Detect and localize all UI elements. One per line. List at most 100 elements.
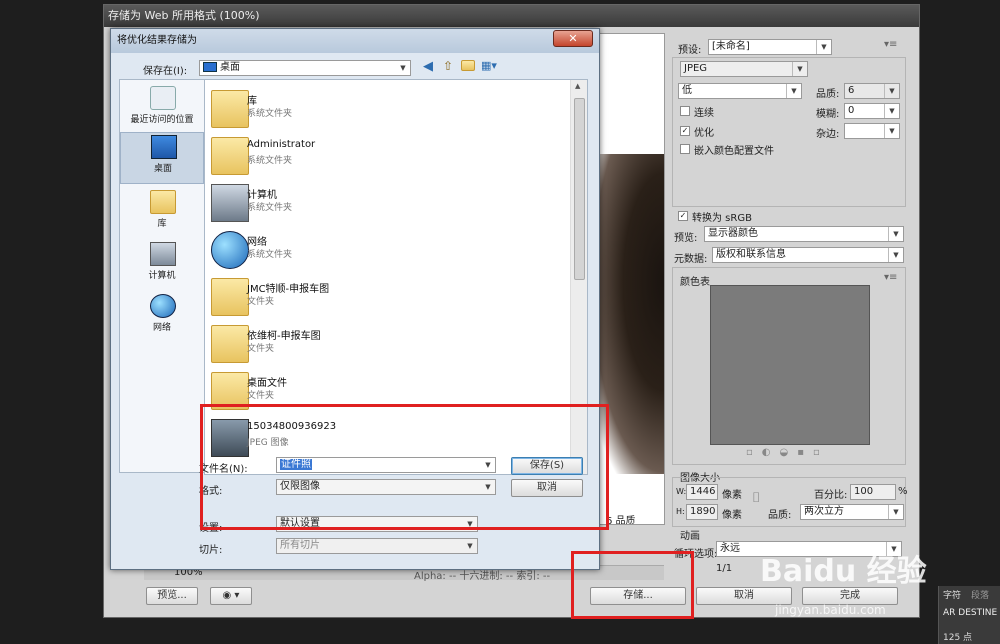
item-name: 网络 (247, 237, 267, 248)
slices-label: 切片: (199, 545, 223, 556)
back-icon[interactable]: ◀ (423, 59, 433, 74)
item-desc: 文件夹 (247, 297, 275, 307)
metadata-select[interactable]: 版权和联系信息 ▼ (712, 247, 904, 263)
place-label: 计算机 (148, 271, 176, 281)
view-menu-icon[interactable]: ▦▾ (481, 59, 497, 72)
window-title: 存储为 Web 所用格式 (100%) (104, 5, 919, 27)
highlight-box-save (571, 551, 694, 619)
browser-select-button[interactable]: ◉ ▾ (210, 587, 252, 605)
item-desc: 文件夹 (247, 391, 275, 401)
up-folder-icon[interactable]: ⇧ (443, 59, 453, 73)
save-in-select[interactable]: 桌面 ▼ (199, 60, 411, 76)
network-globe-icon (150, 294, 176, 318)
color-table-swatch (710, 285, 870, 445)
folder-icon (211, 325, 249, 363)
matte-select[interactable]: ▼ (844, 123, 900, 139)
blur-label: 模糊: (816, 109, 840, 120)
computer-icon (211, 184, 249, 222)
library-folder-icon (211, 90, 249, 128)
percent-sign: % (898, 486, 908, 497)
list-item[interactable]: 网络 系统文件夹 (205, 225, 570, 272)
quality-input[interactable]: 6 ▼ (844, 83, 900, 99)
scroll-up-icon[interactable]: ▲ (575, 82, 580, 90)
width-unit: 像素 (722, 490, 742, 501)
new-folder-icon[interactable] (461, 60, 475, 71)
list-item[interactable]: 库 系统文件夹 (205, 84, 570, 131)
place-desktop[interactable]: 桌面 (120, 132, 204, 184)
convert-srgb-checkbox[interactable]: ✓ (678, 211, 688, 221)
height-label: H: (676, 507, 685, 516)
chevron-down-icon: ▼ (888, 227, 903, 241)
percent-input[interactable]: 100 (850, 484, 896, 500)
dialog-title: 将优化结果存储为 (111, 29, 599, 53)
item-name: 桌面文件 (247, 378, 287, 389)
highlight-box-filename (200, 404, 609, 530)
chevron-down-icon: ▼ (884, 104, 899, 118)
format-select[interactable]: JPEG ▼ (680, 61, 808, 77)
progressive-checkbox[interactable] (680, 106, 690, 116)
metadata-label: 元数据: (674, 254, 708, 265)
library-icon (150, 190, 176, 214)
frame-counter: 1/1 (716, 563, 733, 574)
embed-profile-label: 嵌入颜色配置文件 (694, 146, 774, 157)
place-library[interactable]: 库 (120, 188, 204, 234)
item-name: 依维柯-申报车图 (247, 331, 321, 342)
chevron-down-icon: ▼ (888, 505, 903, 519)
height-input[interactable]: 1890 (686, 504, 718, 520)
preset-label: 预设: (678, 45, 702, 56)
resample-select[interactable]: 两次立方 ▼ (800, 504, 904, 520)
desktop-icon (151, 135, 177, 159)
place-network[interactable]: 网络 (120, 292, 204, 338)
link-icon[interactable]: ⌷ (752, 490, 760, 506)
embed-profile-checkbox[interactable] (680, 144, 690, 154)
close-button[interactable]: ✕ (553, 30, 593, 47)
tab-paragraph[interactable]: 段落 (971, 588, 989, 601)
optimized-checkbox[interactable]: ✓ (680, 126, 690, 136)
chevron-down-icon: ▼ (400, 64, 406, 72)
save-in-label: 保存在(I): (143, 66, 188, 77)
place-label: 网络 (152, 323, 171, 333)
item-desc: 系统文件夹 (247, 203, 293, 213)
font-size-field[interactable]: 125 点 (943, 630, 972, 643)
width-input[interactable]: 1446 (686, 484, 718, 500)
animation-label: 动画 (680, 531, 700, 542)
scroll-thumb[interactable] (574, 98, 585, 280)
optimized-label: 优化 (694, 128, 714, 139)
slices-select[interactable]: 所有切片 ▼ (276, 538, 478, 554)
panel-menu-icon[interactable]: ▾≡ (884, 39, 897, 50)
computer-icon (150, 242, 176, 266)
places-bar: 最近访问的位置 桌面 库 计算机 网络 (119, 79, 205, 473)
chevron-down-icon: ▼ (467, 542, 473, 550)
chevron-down-icon: ▼ (884, 84, 899, 98)
preset-select[interactable]: [未命名] ▼ (708, 39, 832, 55)
tab-character[interactable]: 字符 (943, 588, 961, 601)
list-item[interactable]: JMC特顺-申报车图 文件夹 (205, 272, 570, 319)
chevron-down-icon: ▼ (884, 124, 899, 138)
matte-label: 杂边: (816, 129, 840, 140)
quality-level-select[interactable]: 低 ▼ (678, 83, 802, 99)
place-recent[interactable]: 最近访问的位置 (120, 84, 204, 130)
close-icon: ✕ (568, 32, 578, 45)
folder-icon (211, 278, 249, 316)
preview-button[interactable]: 预览... (146, 587, 198, 605)
place-label: 库 (157, 219, 167, 229)
height-unit: 像素 (722, 510, 742, 521)
chevron-down-icon: ▼ (888, 248, 903, 262)
item-name: 计算机 (247, 190, 277, 201)
place-label: 最近访问的位置 (130, 115, 194, 125)
watermark-url: jingyan.baidu.com (775, 603, 886, 617)
place-computer[interactable]: 计算机 (120, 240, 204, 286)
chevron-down-icon: ▼ (792, 62, 807, 76)
list-item[interactable]: Administrator 系统文件夹 (205, 131, 570, 178)
recent-places-icon (150, 86, 176, 110)
font-family-field[interactable]: AR DESTINE (943, 608, 997, 618)
preview-select[interactable]: 显示器颜色 ▼ (704, 226, 904, 242)
percent-label: 百分比: (814, 490, 848, 501)
list-item[interactable]: 依维柯-申报车图 文件夹 (205, 319, 570, 366)
progressive-label: 连续 (694, 108, 714, 119)
place-label: 桌面 (153, 164, 172, 174)
convert-srgb-label: 转换为 sRGB (692, 213, 752, 224)
color-table-tool-icons[interactable]: ▫◐◒▪▫ (746, 447, 829, 458)
list-item[interactable]: 计算机 系统文件夹 (205, 178, 570, 225)
blur-input[interactable]: 0 ▼ (844, 103, 900, 119)
